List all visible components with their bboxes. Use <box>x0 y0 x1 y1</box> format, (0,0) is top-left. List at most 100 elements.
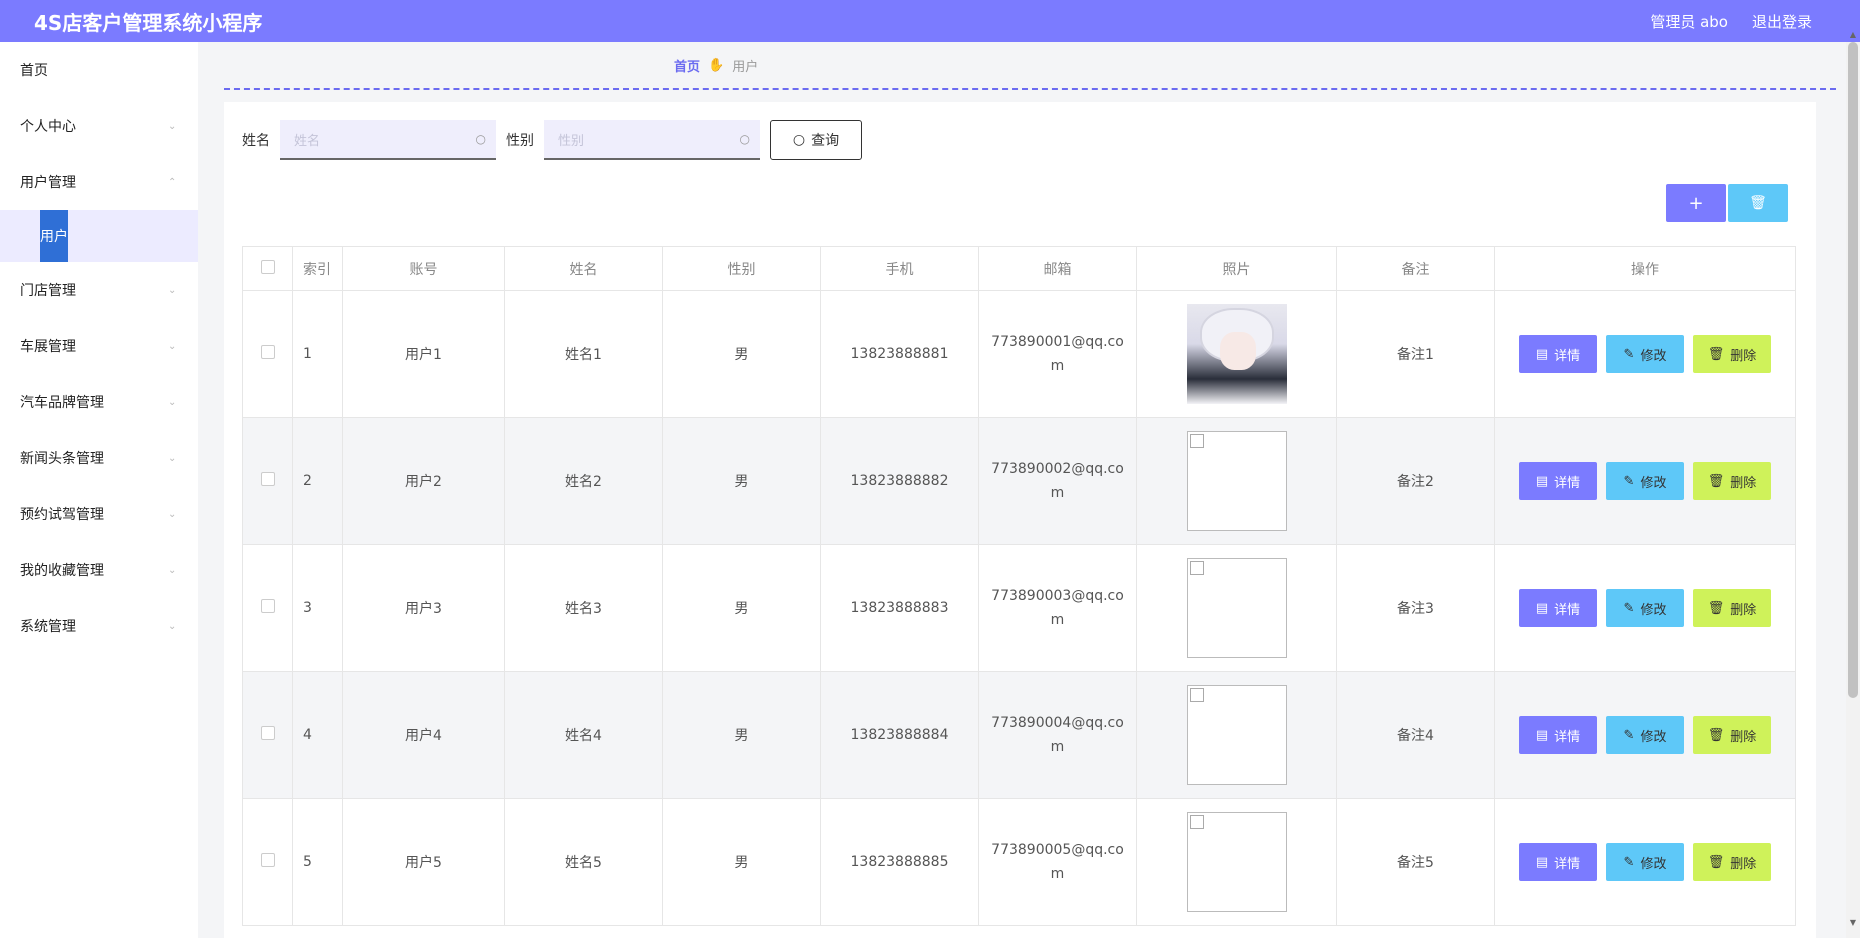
header-phone: 手机 <box>820 246 979 291</box>
edit-button[interactable]: ✎ 修改 <box>1606 589 1684 627</box>
scrollbar-thumb[interactable] <box>1848 42 1858 698</box>
user-photo-broken <box>1186 685 1287 785</box>
sidebar-item-news[interactable]: 新闻头条管理 ⌄ <box>0 430 198 486</box>
select-all-checkbox[interactable] <box>260 259 275 274</box>
trash-icon: 🗑 <box>1749 195 1767 211</box>
trash-icon: 🗑 <box>1707 473 1725 489</box>
detail-button[interactable]: ▤ 详情 <box>1519 589 1597 627</box>
sidebar-item-car-shows[interactable]: 车展管理 ⌄ <box>0 318 198 374</box>
row-account: 用户3 <box>342 544 505 672</box>
header-gender: 性别 <box>662 246 821 291</box>
row-gender: 男 <box>662 290 821 418</box>
search-icon: ○ <box>739 132 750 146</box>
main-content: 首页 ✋ 用户 姓名 姓名 ○ 性别 性别 ○ ○ 查询 + 🗑 索引 账号 姓… <box>198 42 1860 938</box>
detail-button[interactable]: ▤ 详情 <box>1519 335 1597 373</box>
row-checkbox[interactable] <box>260 853 275 867</box>
table-header-row: 索引 账号 姓名 性别 手机 邮箱 照片 备注 操作 <box>242 246 1796 291</box>
sidebar-item-brands[interactable]: 汽车品牌管理 ⌄ <box>0 374 198 430</box>
content-panel: 姓名 姓名 ○ 性别 性别 ○ ○ 查询 + 🗑 索引 账号 姓名 性别 手机 … <box>224 102 1816 938</box>
row-note: 备注4 <box>1336 671 1495 799</box>
row-index: 3 <box>292 544 343 672</box>
gender-label: 性别 <box>506 133 534 149</box>
chevron-up-icon: ⌃ <box>168 177 177 188</box>
row-gender: 男 <box>662 417 821 545</box>
row-checkbox[interactable] <box>260 472 275 486</box>
delete-button[interactable]: 🗑 删除 <box>1693 335 1771 373</box>
scroll-down-icon[interactable]: ▼ <box>1848 918 1858 928</box>
sidebar-item-system[interactable]: 系统管理 ⌄ <box>0 598 198 654</box>
edit-button[interactable]: ✎ 修改 <box>1606 843 1684 881</box>
detail-button[interactable]: ▤ 详情 <box>1519 716 1597 754</box>
sidebar: 首页 个人中心 ⌄ 用户管理 ⌃ 用户 门店管理 ⌄ 车展管理 ⌄ 汽车品牌管理 ⌄ 新闻… <box>0 42 198 938</box>
edit-button[interactable]: ✎ 修改 <box>1606 716 1684 754</box>
row-note: 备注5 <box>1336 798 1495 926</box>
breadcrumb-current: 用户 <box>732 59 759 75</box>
detail-button[interactable]: ▤ 详情 <box>1519 462 1597 500</box>
chevron-down-icon: ⌄ <box>168 565 177 576</box>
batch-delete-button[interactable]: 🗑 <box>1728 184 1788 222</box>
edit-button[interactable]: ✎ 修改 <box>1606 335 1684 373</box>
gender-search-input[interactable]: 性别 ○ <box>544 120 760 160</box>
sidebar-subitem-label: 用户 <box>40 210 68 262</box>
row-phone: 13823888882 <box>820 417 979 545</box>
user-photo <box>1186 304 1287 404</box>
row-name: 姓名4 <box>504 671 663 799</box>
trash-icon: 🗑 <box>1707 346 1725 362</box>
select-all-cell[interactable] <box>242 246 293 291</box>
row-phone: 13823888885 <box>820 798 979 926</box>
pencil-icon: ✎ <box>1623 600 1635 616</box>
pencil-icon: ✎ <box>1623 727 1635 743</box>
app-title: 4S店客户管理系统小程序 <box>34 10 263 35</box>
row-checkbox[interactable] <box>260 599 275 613</box>
delete-button[interactable]: 🗑 删除 <box>1693 589 1771 627</box>
sidebar-subitem-users[interactable]: 用户 <box>0 210 198 262</box>
name-search-input[interactable]: 姓名 ○ <box>280 120 496 160</box>
row-gender: 男 <box>662 544 821 672</box>
trash-icon: 🗑 <box>1707 854 1725 870</box>
sidebar-item-stores[interactable]: 门店管理 ⌄ <box>0 262 198 318</box>
row-checkbox[interactable] <box>260 726 275 740</box>
chevron-down-icon: ⌄ <box>168 509 177 520</box>
table-row: 4 用户4 姓名4 男 13823888884 773890004@qq.co m… <box>242 671 1796 799</box>
search-bar: 姓名 姓名 ○ 性别 性别 ○ ○ 查询 <box>242 120 862 160</box>
row-note: 备注3 <box>1336 544 1495 672</box>
query-button[interactable]: ○ 查询 <box>770 120 862 160</box>
scroll-up-icon[interactable]: ▲ <box>1848 30 1858 40</box>
delete-button[interactable]: 🗑 删除 <box>1693 462 1771 500</box>
user-photo-broken <box>1186 431 1287 531</box>
row-phone: 13823888884 <box>820 671 979 799</box>
row-index: 4 <box>292 671 343 799</box>
document-icon: ▤ <box>1535 854 1549 870</box>
row-account: 用户2 <box>342 417 505 545</box>
header-email: 邮箱 <box>978 246 1137 291</box>
row-checkbox[interactable] <box>260 345 275 359</box>
document-icon: ▤ <box>1535 727 1549 743</box>
row-index: 2 <box>292 417 343 545</box>
delete-button[interactable]: 🗑 删除 <box>1693 716 1771 754</box>
logout-link[interactable]: 退出登录 <box>1752 11 1812 32</box>
broken-image-icon <box>1189 815 1204 829</box>
edit-button[interactable]: ✎ 修改 <box>1606 462 1684 500</box>
detail-button[interactable]: ▤ 详情 <box>1519 843 1597 881</box>
sidebar-item-profile[interactable]: 个人中心 ⌄ <box>0 98 198 154</box>
row-index: 1 <box>292 290 343 418</box>
sidebar-item-favorites[interactable]: 我的收藏管理 ⌄ <box>0 542 198 598</box>
chevron-down-icon: ⌄ <box>168 341 177 352</box>
table-row: 5 用户5 姓名5 男 13823888885 773890005@qq.co m… <box>242 798 1796 926</box>
breadcrumb-home[interactable]: 首页 <box>674 56 700 75</box>
document-icon: ▤ <box>1535 473 1549 489</box>
row-phone: 13823888883 <box>820 544 979 672</box>
chevron-down-icon: ⌄ <box>168 397 177 408</box>
sidebar-item-home[interactable]: 首页 <box>0 42 198 98</box>
row-index: 5 <box>292 798 343 926</box>
sidebar-item-test-drive[interactable]: 预约试驾管理 ⌄ <box>0 486 198 542</box>
broken-image-icon <box>1189 561 1204 575</box>
document-icon: ▤ <box>1535 346 1549 362</box>
add-button[interactable]: + <box>1666 184 1726 222</box>
sidebar-item-user-management[interactable]: 用户管理 ⌃ <box>0 154 198 210</box>
row-name: 姓名2 <box>504 417 663 545</box>
search-icon: ○ <box>475 132 486 146</box>
delete-button[interactable]: 🗑 删除 <box>1693 843 1771 881</box>
header-account: 账号 <box>342 246 505 291</box>
breadcrumb: 首页 ✋ 用户 <box>198 42 1860 88</box>
